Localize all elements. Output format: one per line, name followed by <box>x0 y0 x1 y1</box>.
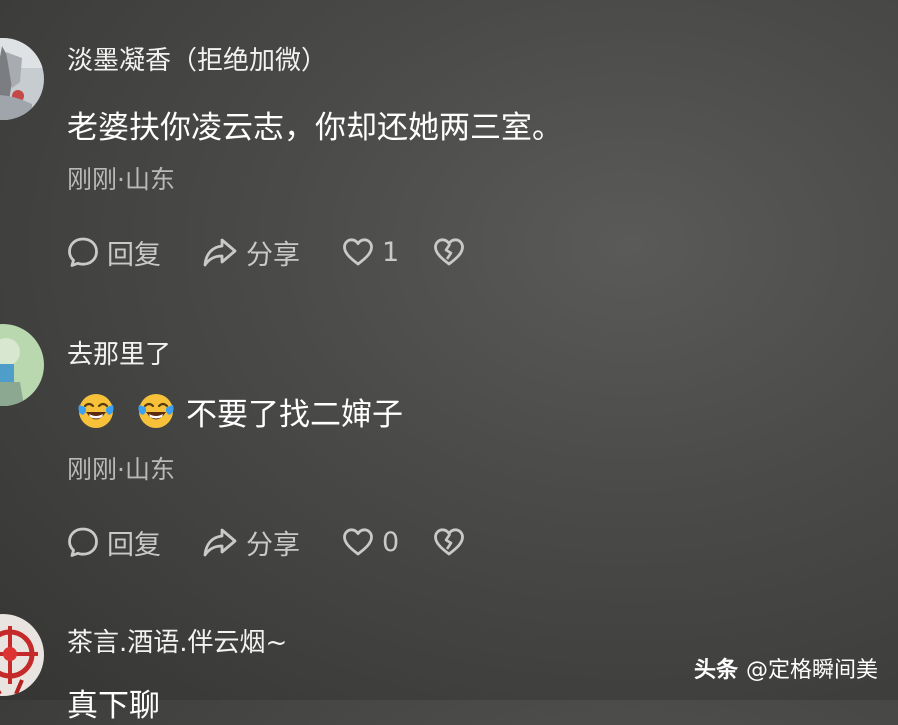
like-count: 1 <box>382 236 400 268</box>
comment-username[interactable]: 淡墨凝香（拒绝加微） <box>67 40 327 77</box>
watermark: 头条 @定格瞬间美 <box>694 652 878 684</box>
comment-actions: 回复 分享 0 <box>66 522 466 562</box>
avatar[interactable] <box>0 614 44 696</box>
comment-text: 不要了找二婶子 <box>76 390 403 433</box>
dislike-button[interactable] <box>432 236 466 268</box>
reply-button[interactable]: 回复 <box>66 523 201 562</box>
reply-label: 回复 <box>107 239 161 271</box>
comment-meta: 刚刚·山东 <box>67 165 175 194</box>
heart-icon <box>341 236 375 268</box>
comment-username[interactable]: 去那里了 <box>67 334 171 371</box>
comment-feed: 淡墨凝香（拒绝加微） 老婆扶你凌云志，你却还她两三室。 刚刚·山东 回复 分享 … <box>0 0 898 724</box>
speech-bubble-icon <box>66 235 100 269</box>
comment-actions: 回复 分享 1 <box>66 232 466 272</box>
laugh-cry-emoji <box>76 391 116 431</box>
broken-heart-icon <box>432 526 466 558</box>
like-button[interactable]: 1 <box>341 236 432 268</box>
share-label: 分享 <box>246 239 300 271</box>
like-button[interactable]: 0 <box>341 526 432 558</box>
share-arrow-icon <box>201 235 239 269</box>
share-label: 分享 <box>246 529 300 561</box>
comment-text: 老婆扶你凌云志，你却还她两三室。 <box>67 110 563 146</box>
comment-text: 真下聊 <box>67 688 160 724</box>
like-count: 0 <box>382 526 400 558</box>
comment-meta: 刚刚·山东 <box>67 455 175 484</box>
comment-username[interactable]: 茶言.酒语.伴云烟~ <box>67 622 287 659</box>
comment-item: 去那里了 不要了找二婶子 刚刚·山东 回复 分享 0 <box>0 300 898 600</box>
reply-button[interactable]: 回复 <box>66 233 201 272</box>
heart-icon <box>341 526 375 558</box>
speech-bubble-icon <box>66 525 100 559</box>
share-button[interactable]: 分享 <box>201 523 341 562</box>
avatar[interactable] <box>0 324 44 406</box>
broken-heart-icon <box>432 236 466 268</box>
share-button[interactable]: 分享 <box>201 233 341 272</box>
dislike-button[interactable] <box>432 526 466 558</box>
comment-item: 茶言.酒语.伴云烟~ 真下聊 <box>0 600 898 724</box>
avatar[interactable] <box>0 38 44 120</box>
reply-label: 回复 <box>107 529 161 561</box>
comment-text-body: 不要了找二婶子 <box>186 396 403 433</box>
comment-item: 淡墨凝香（拒绝加微） 老婆扶你凌云志，你却还她两三室。 刚刚·山东 回复 分享 … <box>0 0 898 300</box>
share-arrow-icon <box>201 525 239 559</box>
watermark-brand: 头条 <box>693 658 738 683</box>
watermark-handle: @定格瞬间美 <box>745 658 878 683</box>
laugh-cry-emoji <box>136 391 176 431</box>
